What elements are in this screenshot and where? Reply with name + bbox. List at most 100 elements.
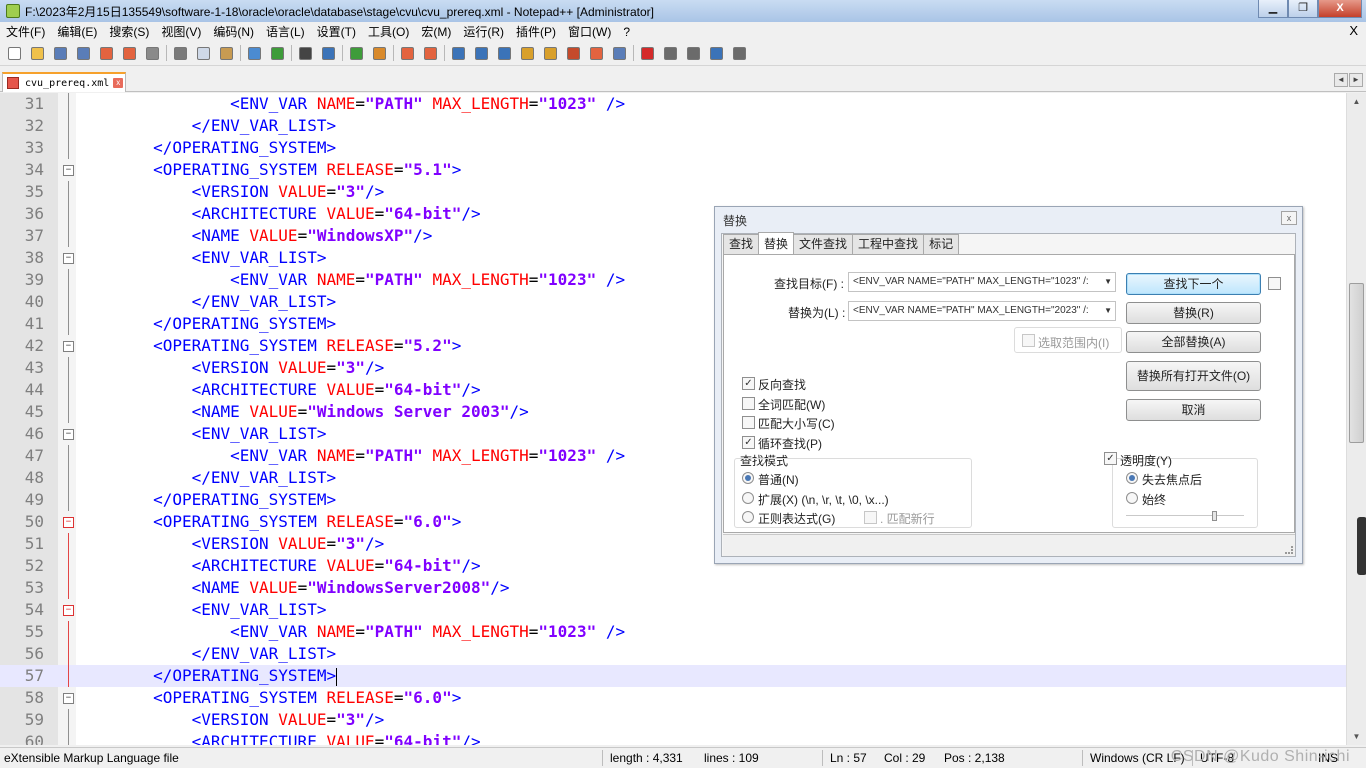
option-checkbox[interactable]: ✓ xyxy=(742,377,755,390)
code-line[interactable]: 55 <ENV_VAR NAME="PATH" MAX_LENGTH="1023… xyxy=(0,621,1346,643)
paste-button[interactable] xyxy=(217,44,235,62)
open-file-button[interactable] xyxy=(28,44,46,62)
close-window-button[interactable]: X xyxy=(1318,0,1362,18)
search-mode-normal-radio[interactable] xyxy=(742,472,754,484)
dialog-tab-4[interactable]: 标记 xyxy=(923,234,960,254)
option-checkbox[interactable] xyxy=(742,416,755,429)
fold-toggle-icon[interactable]: − xyxy=(63,605,74,616)
menu-item-11[interactable]: 窗口(W) xyxy=(562,23,617,40)
transparency-on-lose-focus-radio[interactable] xyxy=(1126,472,1138,484)
notepadpp-app-icon[interactable] xyxy=(6,4,20,18)
monitor-button[interactable] xyxy=(610,44,628,62)
code-line[interactable]: 35 <VERSION VALUE="3"/> xyxy=(0,181,1346,203)
menu-item-7[interactable]: 工具(O) xyxy=(362,23,415,40)
tab-close-icon[interactable]: x xyxy=(113,78,124,88)
code-line[interactable]: 58 − <OPERATING_SYSTEM RELEASE="6.0"> xyxy=(0,687,1346,709)
find-button[interactable] xyxy=(296,44,314,62)
find-next-option-checkbox[interactable] xyxy=(1268,277,1281,290)
replace-all-open-docs-button[interactable]: 替换所有打开文件(O) xyxy=(1126,361,1261,391)
tab-cvu-prereq[interactable]: cvu_prereq.xml x xyxy=(2,72,126,92)
scroll-up-icon[interactable]: ▲ xyxy=(1349,94,1364,109)
word-wrap-button[interactable] xyxy=(449,44,467,62)
print-button[interactable] xyxy=(143,44,161,62)
folder-workspace-button[interactable] xyxy=(587,44,605,62)
replace-with-combo[interactable]: <ENV_VAR NAME="PATH" MAX_LENGTH="2023" /… xyxy=(848,301,1116,321)
sync-vertical-button[interactable] xyxy=(398,44,416,62)
menu-item-10[interactable]: 插件(P) xyxy=(510,23,562,40)
resize-grip-icon[interactable] xyxy=(1285,546,1293,554)
scroll-down-icon[interactable]: ▼ xyxy=(1349,729,1364,744)
user-lang-button[interactable] xyxy=(518,44,536,62)
cancel-button[interactable]: 取消 xyxy=(1126,399,1261,421)
transparency-always-radio[interactable] xyxy=(1126,492,1138,504)
save-macro-button[interactable] xyxy=(730,44,748,62)
replace-button[interactable] xyxy=(319,44,337,62)
show-all-chars-button[interactable] xyxy=(472,44,490,62)
replace-button[interactable]: 替换(R) xyxy=(1126,302,1261,324)
dialog-tab-0[interactable]: 查找 xyxy=(723,234,760,254)
option-checkbox[interactable]: ✓ xyxy=(742,435,755,449)
code-line[interactable]: 33 </OPERATING_SYSTEM> xyxy=(0,137,1346,159)
dialog-tab-2[interactable]: 文件查找 xyxy=(793,234,854,254)
menu-item-0[interactable]: 文件(F) xyxy=(0,23,51,40)
new-file-button[interactable] xyxy=(5,44,23,62)
find-what-combo[interactable]: <ENV_VAR NAME="PATH" MAX_LENGTH="1023" /… xyxy=(848,272,1116,292)
menu-item-1[interactable]: 编辑(E) xyxy=(51,23,103,40)
code-line[interactable]: 53 <NAME VALUE="WindowsServer2008"/> xyxy=(0,577,1346,599)
copy-button[interactable] xyxy=(194,44,212,62)
maximize-button[interactable]: ❐ xyxy=(1288,0,1318,18)
option-checkbox[interactable] xyxy=(742,396,755,410)
code-line[interactable]: 54 − <ENV_VAR_LIST> xyxy=(0,599,1346,621)
zoom-in-button[interactable] xyxy=(347,44,365,62)
zoom-out-button[interactable] xyxy=(370,44,388,62)
fold-toggle-icon[interactable]: − xyxy=(63,693,74,704)
fold-toggle-icon[interactable]: − xyxy=(63,165,74,176)
scrollbar-thumb[interactable] xyxy=(1349,283,1364,443)
fold-toggle-icon[interactable]: − xyxy=(63,341,74,352)
fold-toggle-icon[interactable]: − xyxy=(63,253,74,264)
tab-scroll-right-button[interactable]: ► xyxy=(1349,73,1363,87)
code-line[interactable]: 34 − <OPERATING_SYSTEM RELEASE="5.1"> xyxy=(0,159,1346,181)
vertical-scrollbar[interactable]: ▲ ▼ xyxy=(1346,93,1366,745)
fold-toggle-icon[interactable]: − xyxy=(63,429,74,440)
code-line[interactable]: 32 </ENV_VAR_LIST> xyxy=(0,115,1346,137)
minimize-button[interactable]: ▁ xyxy=(1258,0,1288,18)
dialog-tab-1[interactable]: 替换 xyxy=(758,232,795,254)
close-all-button[interactable] xyxy=(120,44,138,62)
search-mode-regex-radio[interactable] xyxy=(742,511,754,523)
run-macro-multiple-button[interactable] xyxy=(707,44,725,62)
doc-map-button[interactable] xyxy=(541,44,559,62)
stop-macro-button[interactable] xyxy=(661,44,679,62)
undo-button[interactable] xyxy=(245,44,263,62)
menu-item-8[interactable]: 宏(M) xyxy=(415,23,457,40)
sync-horizontal-button[interactable] xyxy=(421,44,439,62)
dialog-close-button[interactable]: x xyxy=(1281,211,1297,225)
menu-item-6[interactable]: 设置(T) xyxy=(311,23,362,40)
transparency-checkbox[interactable]: ✓ xyxy=(1104,452,1117,465)
close-button[interactable] xyxy=(97,44,115,62)
dialog-tab-3[interactable]: 工程中查找 xyxy=(852,234,925,254)
dropdown-arrow-icon[interactable]: ▼ xyxy=(1104,273,1112,291)
code-line[interactable]: 59 <VERSION VALUE="3"/> xyxy=(0,709,1346,731)
indent-guide-button[interactable] xyxy=(495,44,513,62)
menu-item-9[interactable]: 运行(R) xyxy=(457,23,510,40)
menu-item-4[interactable]: 编码(N) xyxy=(207,23,260,40)
in-selection-checkbox[interactable] xyxy=(1022,334,1035,347)
close-document-button[interactable]: X xyxy=(1349,23,1358,38)
dot-newline-checkbox[interactable] xyxy=(864,511,877,524)
transparency-slider[interactable] xyxy=(1126,515,1244,517)
menu-item-12[interactable]: ? xyxy=(617,25,636,39)
save-all-button[interactable] xyxy=(74,44,92,62)
redo-button[interactable] xyxy=(268,44,286,62)
code-line[interactable]: 60 <ARCHITECTURE VALUE="64-bit"/> xyxy=(0,731,1346,745)
transparency-slider-thumb[interactable] xyxy=(1211,511,1217,521)
current-code-line[interactable]: 57 </OPERATING_SYSTEM> xyxy=(0,665,1346,687)
find-next-button[interactable]: 查找下一个 xyxy=(1126,273,1261,295)
cut-button[interactable] xyxy=(171,44,189,62)
save-button[interactable] xyxy=(51,44,69,62)
function-list-button[interactable] xyxy=(564,44,582,62)
fold-toggle-icon[interactable]: − xyxy=(63,517,74,528)
menu-item-3[interactable]: 视图(V) xyxy=(155,23,207,40)
code-line[interactable]: 56 </ENV_VAR_LIST> xyxy=(0,643,1346,665)
code-line[interactable]: 31 <ENV_VAR NAME="PATH" MAX_LENGTH="1023… xyxy=(0,93,1346,115)
